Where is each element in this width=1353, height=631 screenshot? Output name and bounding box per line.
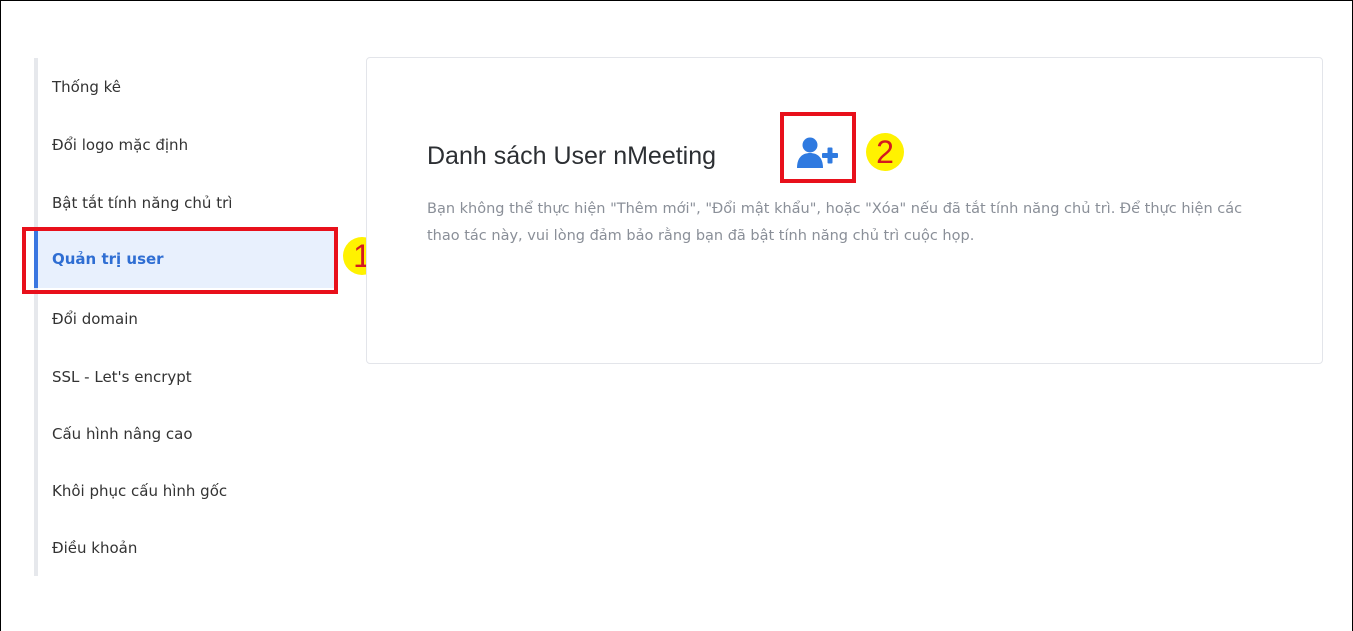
sidebar-item-doi-domain[interactable]: Đổi domain: [38, 298, 338, 340]
sidebar-item-label: SSL - Let's encrypt: [52, 368, 192, 386]
user-list-card: Danh sách User nMeeting Bạn không thể th…: [366, 57, 1323, 364]
sidebar-item-label: Điều khoản: [52, 539, 138, 557]
sidebar-item-label: Cấu hình nâng cao: [52, 425, 193, 443]
sidebar-item-khoi-phuc[interactable]: Khôi phục cấu hình gốc: [38, 470, 338, 512]
annotation-number-label: 2: [876, 134, 894, 170]
sidebar-item-label: Khôi phục cấu hình gốc: [52, 482, 228, 500]
settings-sidebar: Thống kê Đổi logo mặc định Bật tắt tính …: [34, 58, 338, 576]
annotation-number-2: 2: [866, 133, 904, 171]
chu-tri-warning-text: Bạn không thể thực hiện "Thêm mới", "Đổi…: [427, 201, 1243, 244]
sidebar-item-quan-tri-user[interactable]: Quản trị user: [34, 230, 338, 288]
add-user-button[interactable]: [789, 125, 849, 185]
sidebar-item-bat-tat-chu-tri[interactable]: Bật tắt tính năng chủ trì: [38, 182, 338, 224]
sidebar-item-ssl[interactable]: SSL - Let's encrypt: [38, 356, 338, 398]
sidebar-item-doi-logo[interactable]: Đổi logo mặc định: [38, 124, 338, 166]
sidebar-item-dieu-khoan[interactable]: Điều khoản: [38, 527, 338, 569]
user-plus-icon: [796, 136, 842, 175]
sidebar-item-label: Đổi domain: [52, 310, 138, 328]
sidebar-item-label: Thống kê: [52, 78, 122, 96]
sidebar-item-label: Quản trị user: [52, 250, 164, 268]
sidebar-item-cau-hinh-nang-cao[interactable]: Cấu hình nâng cao: [38, 413, 338, 455]
page-title: Danh sách User nMeeting: [427, 142, 717, 170]
sidebar-item-label: Đổi logo mặc định: [52, 136, 189, 154]
sidebar-item-label: Bật tắt tính năng chủ trì: [52, 194, 233, 212]
sidebar-item-thong-ke[interactable]: Thống kê: [38, 66, 338, 108]
